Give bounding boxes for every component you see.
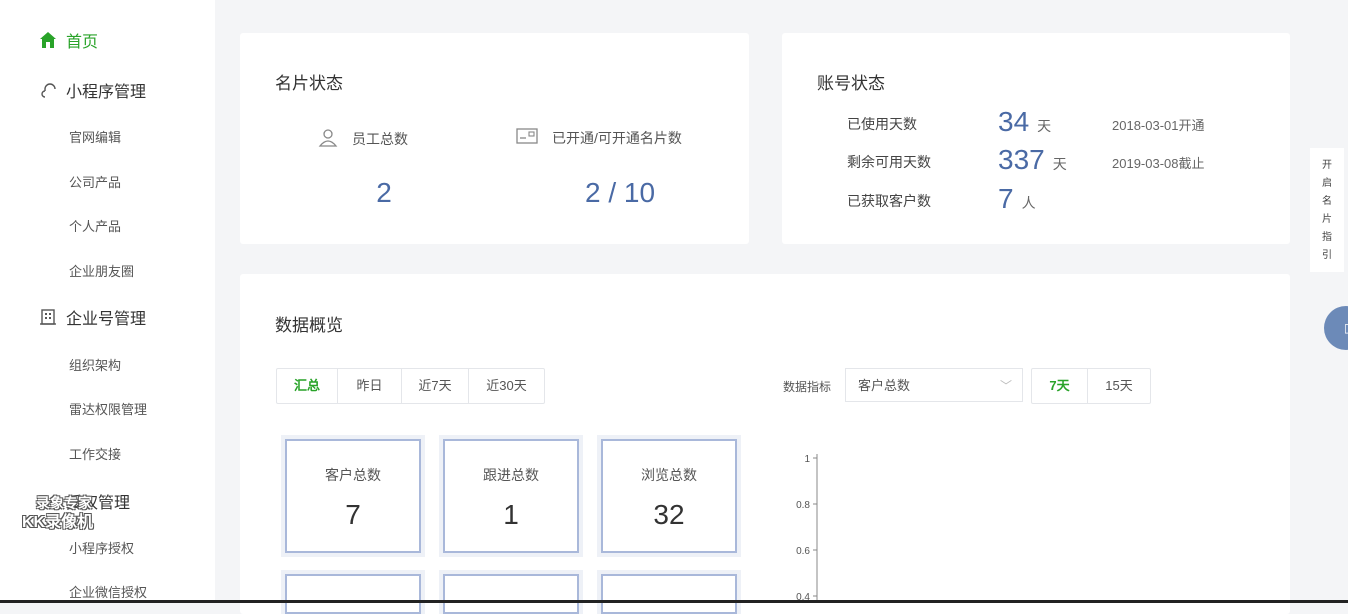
sidebar-item-enterprise-moments[interactable]: 企业朋友圈 [69, 261, 134, 280]
sidebar-group-label: 小程序管理 [66, 84, 147, 101]
sidebar-item-work-handover[interactable]: 工作交接 [69, 444, 121, 463]
used-days-value: 34 天 [998, 106, 1052, 137]
sidebar-group-enterprise[interactable]: 企业号管理 [38, 305, 146, 329]
chevron-down-icon: ﹀ [999, 379, 1012, 393]
sidebar-item-label: 首页 [66, 34, 99, 51]
card-status-panel: 名片状态 员工总数 2 已开通/可开通名片数 2 / 10 [240, 33, 749, 244]
stat-box-customers[interactable]: 客户总数 7 [281, 435, 425, 557]
card-status-title: 名片状态 [275, 74, 343, 93]
link-icon [38, 80, 58, 100]
cards-value: 2 / 10 [584, 177, 656, 208]
sidebar-item-org-structure[interactable]: 组织架构 [69, 355, 121, 374]
expand-icon: ▯ [1344, 321, 1348, 335]
stat-box-views[interactable]: 浏览总数 32 [597, 435, 741, 557]
metric-select[interactable]: 客户总数 ﹀ [845, 368, 1023, 402]
employees-value: 2 [376, 177, 392, 208]
sidebar-group-label: 企业号管理 [66, 311, 147, 328]
account-status-title: 账号状态 [817, 74, 885, 93]
cards-stat-label: 已开通/可开通名片数 [516, 127, 682, 148]
sidebar-group-miniprogram[interactable]: 小程序管理 [38, 78, 146, 102]
home-icon [38, 30, 58, 50]
tab-summary[interactable]: 汇总 [277, 369, 338, 403]
customers-value: 7人 [998, 183, 1036, 214]
y-tick-label: 0.8 [796, 500, 810, 511]
open-date: 2018-03-01开通 [1112, 118, 1205, 133]
tab-range-15[interactable]: 15天 [1088, 369, 1150, 403]
stat-box-row2-1[interactable] [281, 570, 425, 614]
floating-help-button[interactable]: ▯ [1324, 306, 1348, 350]
trend-chart: 10.80.60.4 [796, 454, 818, 603]
account-status-panel: 账号状态 已使用天数 34 天 2018-03-01开通 剩余可用天数 337 天 … [782, 33, 1290, 244]
stat-box-row2-3[interactable] [597, 570, 741, 614]
building-icon [38, 307, 58, 327]
period-tabs: 汇总 昨日 近7天 近30天 [276, 368, 545, 404]
employees-stat-label: 员工总数 [318, 127, 408, 150]
remaining-days-value: 337 天 [998, 144, 1067, 175]
sidebar-item-home[interactable]: 首页 [38, 28, 98, 52]
remaining-days-label: 剩余可用天数 [847, 154, 931, 170]
sidebar-item-company-products[interactable]: 公司产品 [69, 172, 121, 191]
y-tick-label: 1 [804, 454, 810, 465]
tab-30days[interactable]: 近30天 [469, 369, 544, 403]
tab-yesterday[interactable]: 昨日 [338, 369, 402, 403]
overview-title: 数据概览 [275, 316, 343, 335]
used-days-label: 已使用天数 [847, 116, 917, 132]
sidebar-item-wechat-work-auth[interactable]: 企业微信授权 [69, 582, 147, 601]
sidebar-item-website-edit[interactable]: 官网编辑 [69, 127, 121, 146]
sidebar-item-radar-permissions[interactable]: 雷达权限管理 [69, 399, 147, 418]
y-tick-label: 0.6 [796, 546, 810, 557]
sidebar: 首页 小程序管理 官网编辑 公司产品 个人产品 企业朋友圈 企业号管理 组织架构… [0, 0, 215, 603]
user-icon [318, 127, 338, 150]
metric-label: 数据指标 [783, 380, 832, 394]
card-icon [516, 127, 538, 148]
expiry-date: 2019-03-08截止 [1112, 156, 1205, 171]
sidebar-item-personal-products[interactable]: 个人产品 [69, 216, 121, 235]
card-guide-button[interactable]: 开 启 名 片 指 引 [1310, 148, 1344, 272]
stat-box-followups[interactable]: 跟进总数 1 [439, 435, 583, 557]
tab-range-7[interactable]: 7天 [1032, 369, 1088, 403]
y-axis-ticks: 10.80.60.4 [796, 454, 817, 603]
tab-7days[interactable]: 近7天 [402, 369, 469, 403]
range-tabs: 7天 15天 [1031, 368, 1151, 404]
stat-box-row2-2[interactable] [439, 570, 583, 614]
sidebar-item-miniprogram-auth[interactable]: 小程序授权 [69, 538, 134, 557]
customers-label: 已获取客户数 [847, 193, 931, 209]
recorder-watermark: 录象专家 KK录像机 [22, 495, 94, 531]
